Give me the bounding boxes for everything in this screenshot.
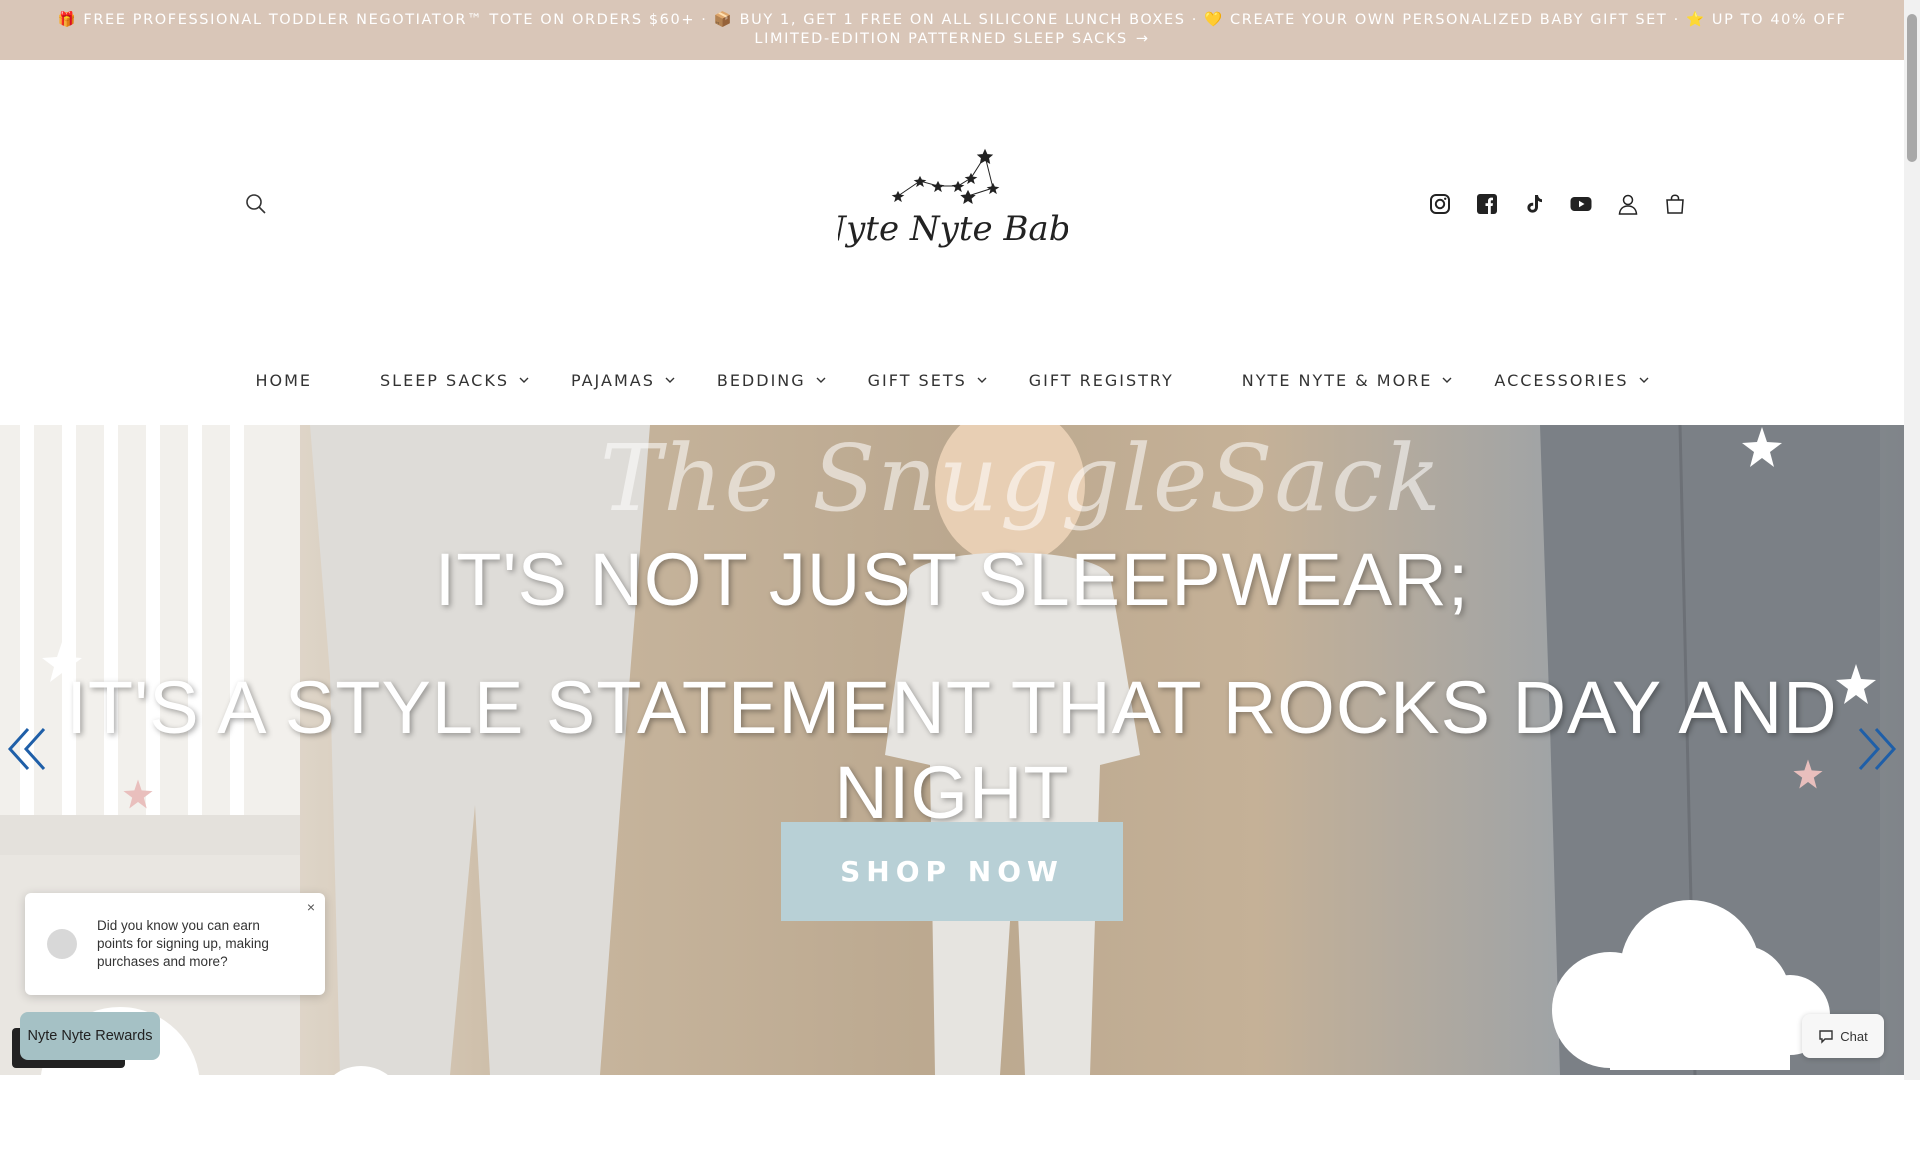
youtube-icon	[1570, 197, 1592, 211]
facebook-icon	[1477, 194, 1497, 214]
nav-label: GIFT REGISTRY	[1028, 370, 1174, 390]
search-icon	[246, 194, 266, 214]
facebook-link[interactable]	[1474, 191, 1500, 217]
nav-item-nyte-nyte-more[interactable]: NYTE NYTE & MORE	[1242, 371, 1453, 390]
nav-item-sleep-sacks[interactable]: SLEEP SACKS	[380, 371, 529, 390]
announcement-bar[interactable]: 🎁 FREE PROFESSIONAL TODDLER NEGOTIATOR™ …	[0, 0, 1904, 60]
arrow-right-icon: →	[1135, 31, 1150, 47]
page-scrollbar[interactable]	[1904, 0, 1920, 1080]
cart-icon	[1666, 194, 1684, 214]
nav-item-home[interactable]: HOME	[255, 371, 312, 390]
nav-label: SLEEP SACKS	[380, 370, 509, 390]
main-nav: HOME SLEEP SACKS PAJAMAS BEDDING GIFT SE…	[0, 360, 1904, 400]
double-chevron-right-icon	[1858, 727, 1897, 771]
shop-now-button[interactable]: SHOP NOW	[781, 822, 1123, 921]
nav-label: NYTE NYTE & MORE	[1241, 370, 1433, 390]
nav-item-accessories[interactable]: ACCESSORIES	[1494, 370, 1649, 390]
instagram-link[interactable]	[1427, 191, 1453, 217]
cloud-image	[1552, 900, 1830, 1070]
site-logo[interactable]: Nyte Nyte Baby	[815, 148, 1090, 266]
tiktok-link[interactable]	[1521, 191, 1547, 217]
chevron-down-icon	[977, 377, 987, 383]
constellation-icon	[891, 148, 1000, 205]
chevron-down-icon	[816, 377, 826, 383]
rewards-popup: Did you know you can earn points for sig…	[25, 893, 325, 995]
star-icon	[42, 642, 82, 682]
slide-prev-button[interactable]	[4, 725, 52, 773]
double-chevron-left-icon	[7, 727, 46, 771]
nav-label: ACCESSORIES	[1494, 370, 1629, 390]
chevron-down-icon	[1442, 377, 1452, 383]
star-icon	[1836, 664, 1876, 704]
star-icon	[1793, 759, 1823, 789]
rewards-launcher-button[interactable]: Nyte Nyte Rewards	[20, 1012, 160, 1060]
chevron-down-icon	[519, 377, 529, 383]
nav-item-gift-registry[interactable]: GIFT REGISTRY	[1029, 371, 1174, 390]
star-icon	[1742, 427, 1782, 467]
hero-script-title: The SnuggleSack	[600, 425, 1443, 532]
nav-item-bedding[interactable]: BEDDING	[717, 371, 826, 390]
cart-link[interactable]	[1662, 191, 1688, 217]
announcement-message: 🎁 FREE PROFESSIONAL TODDLER NEGOTIATOR™ …	[57, 12, 1847, 47]
rewards-popup-text: Did you know you can earn points for sig…	[97, 918, 269, 969]
slide-next-button[interactable]	[1852, 725, 1900, 773]
star-icon	[123, 779, 153, 809]
nav-item-pajamas[interactable]: PAJAMAS	[571, 371, 675, 390]
nav-item-gift-sets[interactable]: GIFT SETS	[868, 371, 987, 390]
lock-icon	[47, 929, 77, 959]
hero-subheadline: IT'S A STYLE STATEMENT THAT ROCKS DAY AN…	[66, 666, 1838, 834]
account-icon	[1618, 194, 1638, 215]
nav-label: BEDDING	[716, 370, 806, 390]
logo-text: Nyte Nyte Baby	[838, 209, 1068, 249]
header-actions	[1427, 191, 1688, 217]
tiktok-icon	[1527, 195, 1542, 213]
nav-label: PAJAMAS	[570, 370, 655, 390]
nav-label: GIFT SETS	[867, 370, 967, 390]
search-button[interactable]	[243, 191, 269, 217]
announcement-text: 🎁 FREE PROFESSIONAL TODDLER NEGOTIATOR™ …	[22, 11, 1882, 49]
close-icon[interactable]: ×	[307, 899, 315, 915]
hero-headline: IT'S NOT JUST SLEEPWEAR;	[434, 538, 1470, 621]
chat-button[interactable]: Chat	[1802, 1014, 1884, 1058]
chevron-down-icon	[1639, 377, 1649, 383]
account-link[interactable]	[1615, 191, 1641, 217]
scrollbar-thumb[interactable]	[1907, 14, 1917, 162]
youtube-link[interactable]	[1568, 191, 1594, 217]
chevron-down-icon	[665, 377, 675, 383]
chat-label: Chat	[1840, 1028, 1868, 1044]
nav-label: HOME	[255, 370, 313, 390]
instagram-icon	[1430, 194, 1450, 214]
chat-bubble-icon	[1819, 1030, 1833, 1044]
